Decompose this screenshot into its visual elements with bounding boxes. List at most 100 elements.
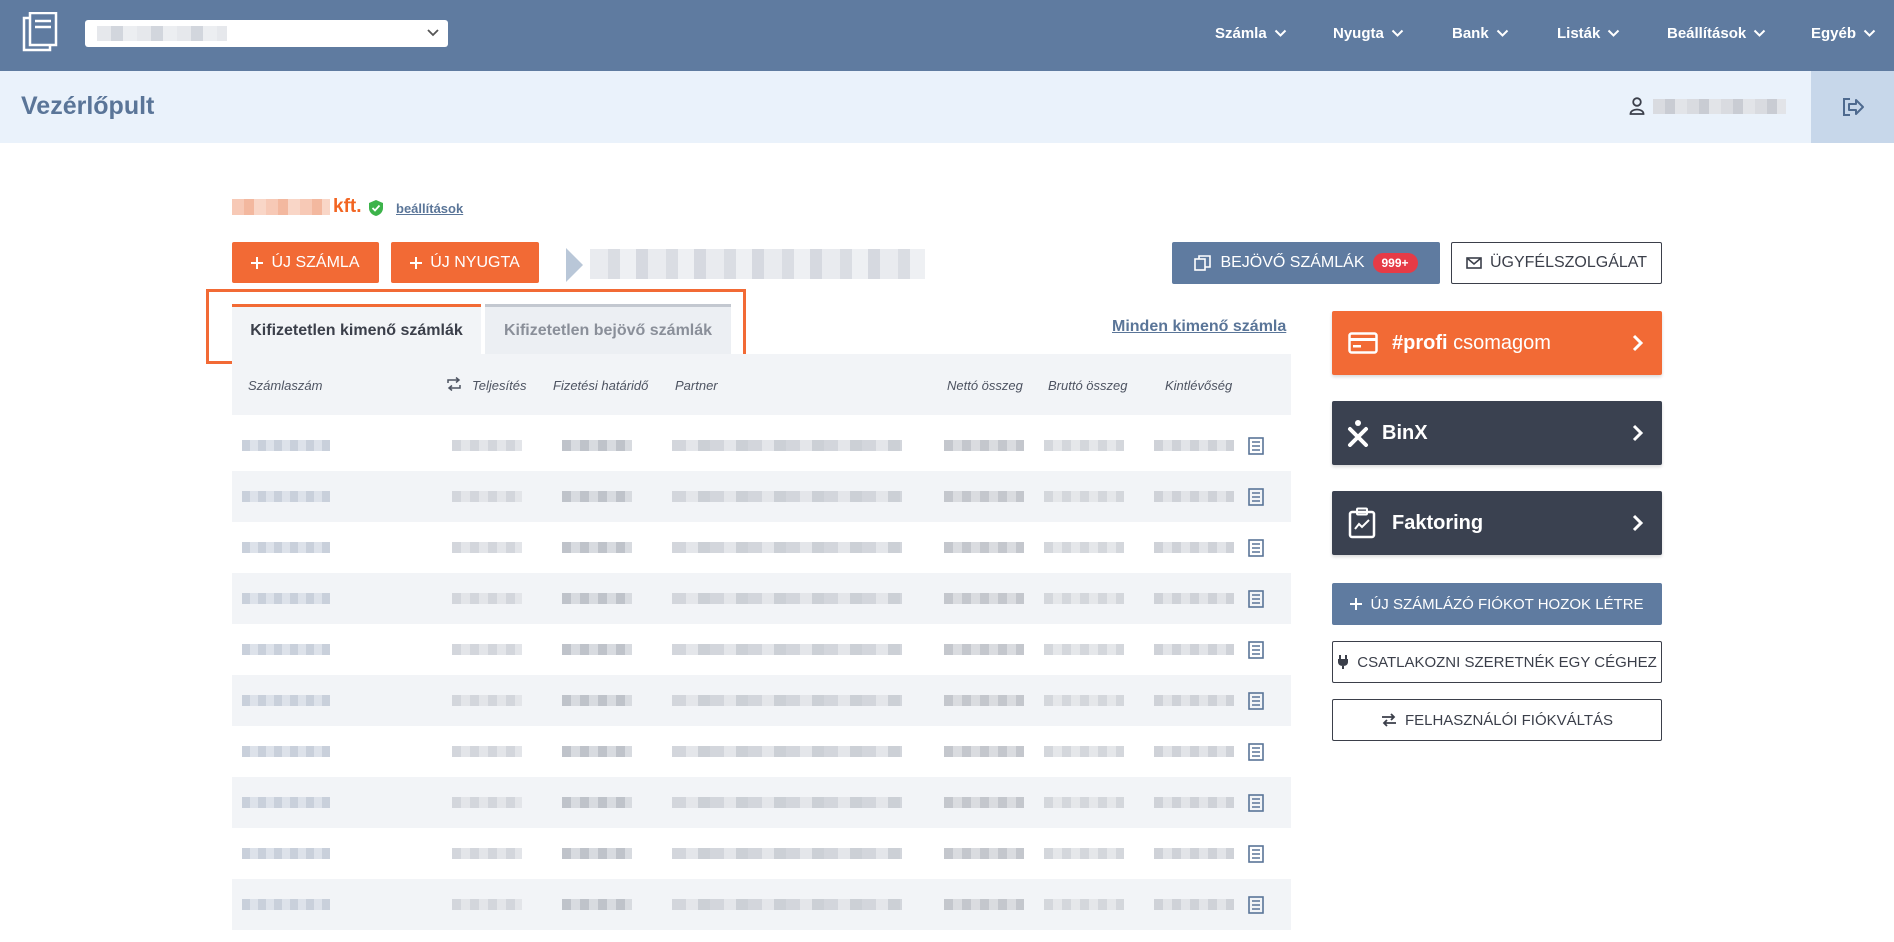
logout-button[interactable] <box>1811 71 1894 143</box>
nav-menu-bank[interactable]: Bank <box>1452 0 1509 66</box>
table-cell <box>1154 797 1234 808</box>
table-row[interactable] <box>232 420 1291 471</box>
table-row[interactable] <box>232 471 1291 522</box>
column-header-outstanding[interactable]: Kintlévőség <box>1165 378 1232 393</box>
table-row[interactable] <box>232 624 1291 675</box>
table-cell <box>944 542 1024 553</box>
table-cell[interactable] <box>242 899 330 910</box>
table-cell <box>944 746 1024 757</box>
switch-user-account-button[interactable]: FELHASZNÁLÓI FIÓKVÁLTÁS <box>1332 699 1662 741</box>
table-cell[interactable] <box>242 542 330 553</box>
company-settings-link[interactable]: beállítások <box>396 201 463 216</box>
document-copy-icon <box>1194 255 1212 271</box>
table-cell[interactable] <box>242 593 330 604</box>
table-cell <box>1044 695 1124 706</box>
table-cell <box>672 491 902 502</box>
tab-unpaid-incoming[interactable]: Kifizetetlen bejövő számlák <box>485 304 731 354</box>
tab-unpaid-outgoing[interactable]: Kifizetetlen kimenő számlák <box>232 304 481 354</box>
new-invoice-button[interactable]: ÚJ SZÁMLA <box>232 242 379 283</box>
faktoring-card[interactable]: Faktoring <box>1332 491 1662 555</box>
plus-icon <box>1350 598 1363 610</box>
user-icon <box>1629 97 1645 115</box>
invoice-details-icon[interactable] <box>1248 488 1264 506</box>
table-cell <box>452 746 522 757</box>
nav-menu-label: Egyéb <box>1811 24 1857 42</box>
table-cell[interactable] <box>242 491 330 502</box>
play-arrow-icon <box>566 248 583 282</box>
table-row[interactable] <box>232 777 1291 828</box>
table-cell <box>562 593 632 604</box>
new-invoice-label: ÚJ SZÁMLA <box>271 253 360 271</box>
column-header-invoice-number[interactable]: Számlaszám <box>248 378 322 393</box>
profi-rest-text: csomagom <box>1447 331 1551 354</box>
column-header-partner[interactable]: Partner <box>675 378 718 393</box>
invoice-details-icon[interactable] <box>1248 539 1264 557</box>
table-row[interactable] <box>232 675 1291 726</box>
table-cell[interactable] <box>242 695 330 706</box>
table-cell <box>1154 491 1234 502</box>
nav-menu-nyugta[interactable]: Nyugta <box>1333 0 1404 66</box>
nav-menu-szamla[interactable]: Számla <box>1215 0 1287 66</box>
column-header-gross-amount[interactable]: Bruttó összeg <box>1048 378 1128 393</box>
table-row[interactable] <box>232 573 1291 624</box>
table-cell <box>1154 848 1234 859</box>
invoice-details-icon[interactable] <box>1248 896 1264 914</box>
table-cell <box>672 899 902 910</box>
plug-icon <box>1338 655 1349 669</box>
nav-menu-listak[interactable]: Listák <box>1557 0 1620 66</box>
table-row[interactable] <box>232 879 1291 930</box>
column-header-net-amount[interactable]: Nettó összeg <box>947 378 1023 393</box>
chevron-right-icon <box>1632 334 1644 352</box>
invoice-details-icon[interactable] <box>1248 743 1264 761</box>
table-cell <box>1154 899 1234 910</box>
invoice-details-icon[interactable] <box>1248 437 1264 455</box>
invoice-details-icon[interactable] <box>1248 641 1264 659</box>
table-cell[interactable] <box>242 797 330 808</box>
table-cell[interactable] <box>242 644 330 655</box>
incoming-invoices-button[interactable]: BEJÖVŐ SZÁMLÁK 999+ <box>1172 242 1440 284</box>
table-cell <box>562 746 632 757</box>
new-receipt-button[interactable]: ÚJ NYUGTA <box>391 242 539 283</box>
table-cell <box>672 542 902 553</box>
table-cell <box>562 848 632 859</box>
join-company-button[interactable]: CSATLAKOZNI SZERETNÉK EGY CÉGHEZ <box>1332 641 1662 683</box>
table-cell <box>672 644 902 655</box>
invoice-details-icon[interactable] <box>1248 590 1264 608</box>
chevron-down-icon <box>1496 29 1508 37</box>
all-outgoing-invoices-link[interactable]: Minden kimenő számla <box>1112 318 1286 336</box>
table-cell[interactable] <box>242 440 330 451</box>
nav-menu-label: Beállítások <box>1667 24 1747 42</box>
table-cell <box>1044 797 1124 808</box>
column-header-due-date[interactable]: Fizetési határidő <box>553 378 648 393</box>
nav-menu-beallitasok[interactable]: Beállítások <box>1667 0 1766 66</box>
table-cell <box>944 440 1024 451</box>
clipboard-icon <box>1348 507 1376 539</box>
invoice-details-icon[interactable] <box>1248 692 1264 710</box>
invoice-details-icon[interactable] <box>1248 794 1264 812</box>
announcement-text[interactable] <box>590 249 925 279</box>
table-cell[interactable] <box>242 746 330 757</box>
app-logo-icon[interactable] <box>22 12 58 52</box>
table-cell <box>1154 593 1234 604</box>
customer-support-button[interactable]: ÜGYFÉLSZOLGÁLAT <box>1451 242 1662 284</box>
nav-menu-label: Listák <box>1557 24 1601 42</box>
incoming-invoices-label: BEJÖVŐ SZÁMLÁK <box>1220 254 1365 271</box>
table-cell <box>562 899 632 910</box>
user-name[interactable] <box>1653 99 1786 114</box>
invoice-details-icon[interactable] <box>1248 845 1264 863</box>
table-cell <box>562 542 632 553</box>
table-row[interactable] <box>232 726 1291 777</box>
profi-package-card[interactable]: #profi csomagom <box>1332 311 1662 375</box>
table-cell[interactable] <box>242 848 330 859</box>
nav-menu-egyeb[interactable]: Egyéb <box>1811 0 1876 66</box>
table-row[interactable] <box>232 828 1291 879</box>
create-new-account-button[interactable]: ÚJ SZÁMLÁZÓ FIÓKOT HOZOK LÉTRE <box>1332 583 1662 625</box>
table-cell <box>1154 440 1234 451</box>
company-selector[interactable] <box>85 20 448 47</box>
chevron-down-icon <box>1391 29 1404 37</box>
plus-icon <box>251 256 264 269</box>
table-cell <box>452 542 522 553</box>
table-row[interactable] <box>232 522 1291 573</box>
column-header-fulfilment[interactable]: Teljesítés <box>472 378 526 393</box>
binx-card[interactable]: BinX <box>1332 401 1662 465</box>
